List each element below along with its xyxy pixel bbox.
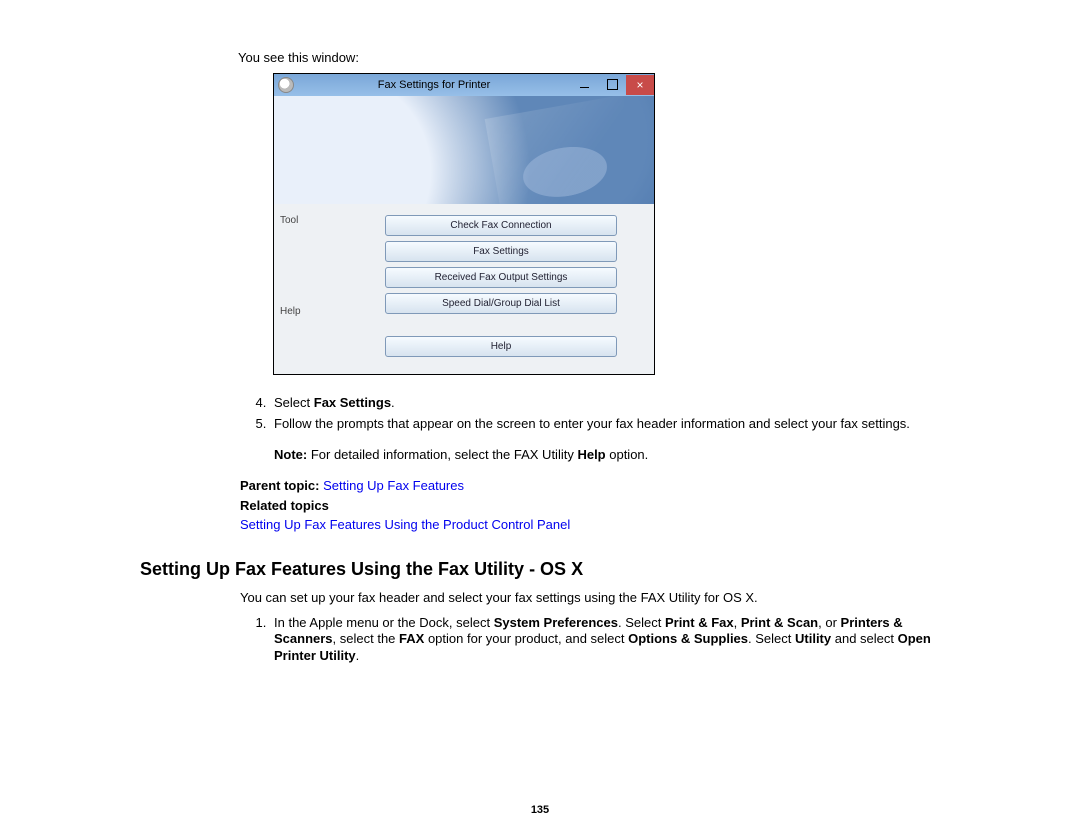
side-label-help: Help — [280, 305, 342, 318]
note-paragraph: Note: For detailed information, select t… — [274, 447, 940, 464]
help-button[interactable]: Help — [385, 336, 617, 357]
maximize-icon[interactable] — [598, 75, 626, 95]
side-label-tool: Tool — [280, 214, 342, 227]
step-5: Follow the prompts that appear on the sc… — [270, 416, 940, 433]
close-icon[interactable]: × — [626, 75, 654, 95]
parent-topic-link[interactable]: Setting Up Fax Features — [323, 478, 464, 493]
step-4: Select Fax Settings. — [270, 395, 940, 412]
window-titlebar: Fax Settings for Printer × — [274, 74, 654, 96]
related-topics-heading: Related topics — [240, 498, 940, 515]
printer-icon — [278, 77, 294, 93]
check-fax-connection-button[interactable]: Check Fax Connection — [385, 215, 617, 236]
section-heading: Setting Up Fax Features Using the Fax Ut… — [140, 558, 940, 581]
osx-steps: In the Apple menu or the Dock, select Sy… — [140, 615, 940, 666]
osx-step-1: In the Apple menu or the Dock, select Sy… — [270, 615, 940, 666]
window-title: Fax Settings for Printer — [298, 78, 570, 92]
related-topic-link[interactable]: Setting Up Fax Features Using the Produc… — [240, 517, 940, 534]
intro-text: You see this window: — [238, 50, 940, 67]
fax-settings-button[interactable]: Fax Settings — [385, 241, 617, 262]
page-number: 135 — [0, 804, 1080, 816]
section-body: You can set up your fax header and selec… — [240, 590, 940, 607]
speed-dial-button[interactable]: Speed Dial/Group Dial List — [385, 293, 617, 314]
received-fax-output-button[interactable]: Received Fax Output Settings — [385, 267, 617, 288]
minimize-icon[interactable] — [570, 75, 598, 95]
fax-settings-screenshot: Fax Settings for Printer × Tool Help Che… — [273, 73, 655, 375]
instruction-steps: Select Fax Settings. Follow the prompts … — [140, 395, 940, 433]
window-banner-image — [274, 96, 654, 204]
parent-topic-line: Parent topic: Setting Up Fax Features — [240, 478, 940, 495]
